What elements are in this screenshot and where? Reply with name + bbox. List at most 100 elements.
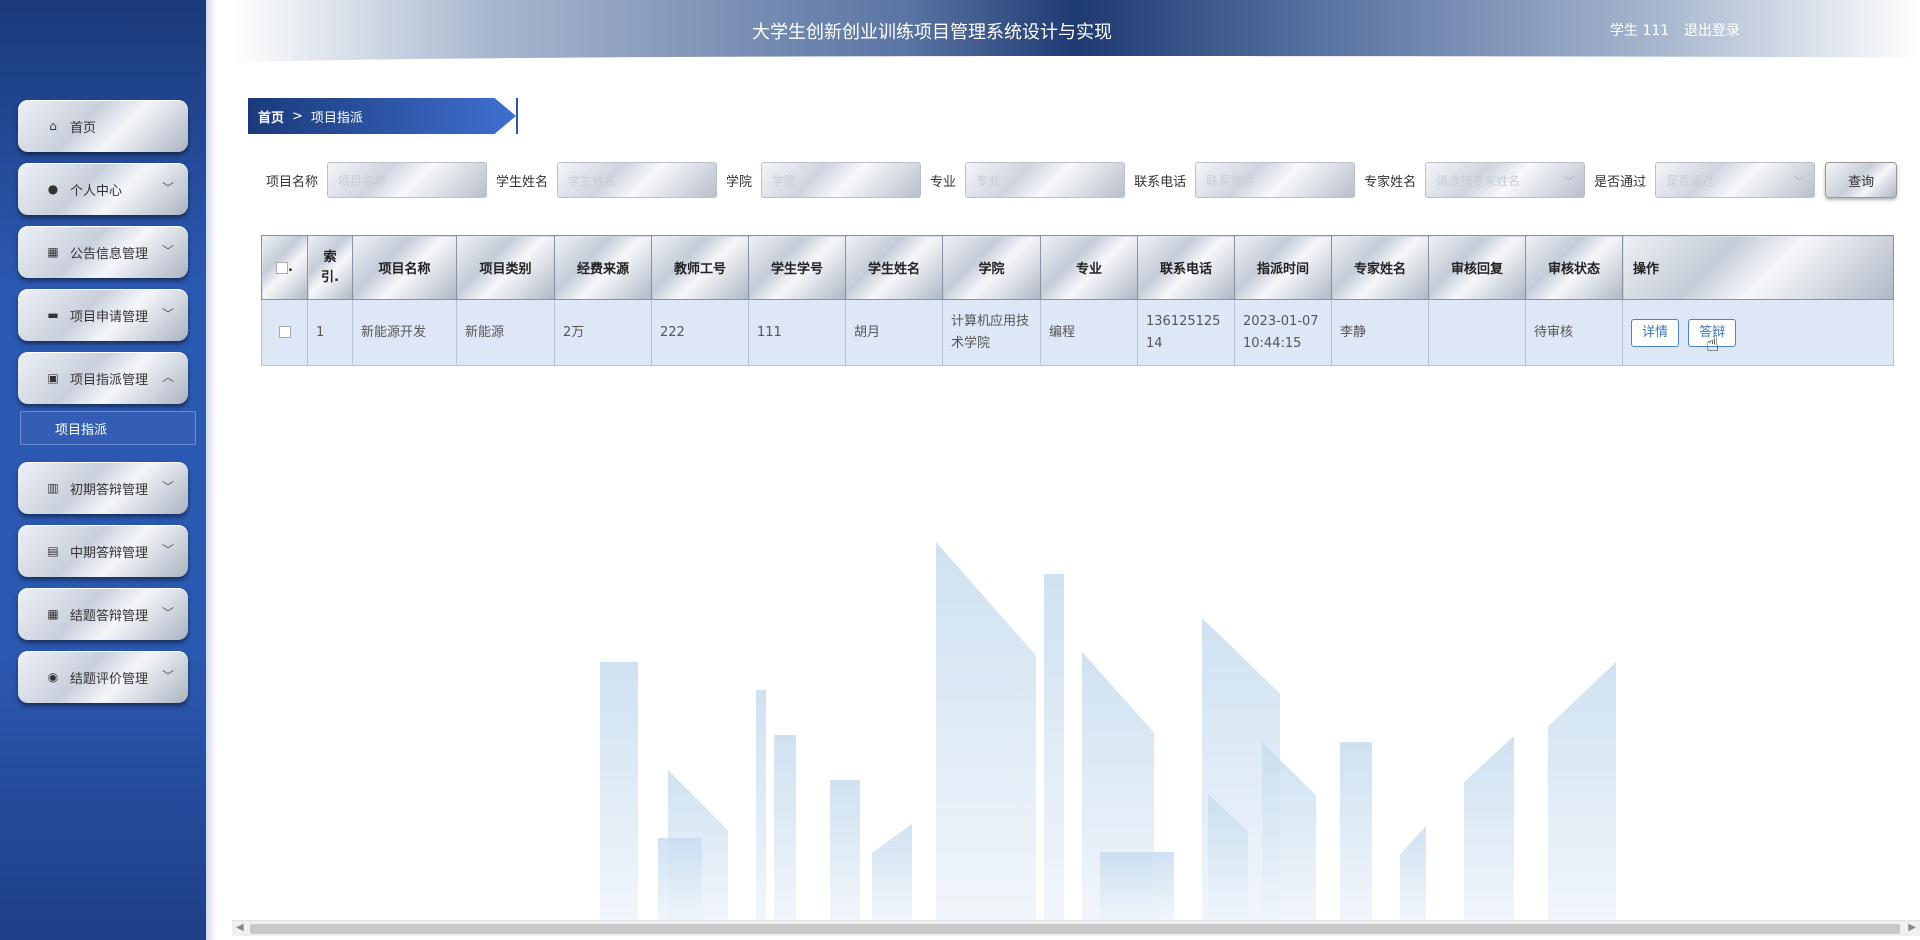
- column-header-category: 项目类别: [456, 235, 555, 300]
- sidebar-item-label: 公告信息管理: [70, 246, 149, 262]
- column-header-actions: 操作: [1622, 235, 1894, 300]
- select-all-header[interactable]: .: [261, 235, 308, 300]
- filter-label-expert-name: 专家姓名: [1364, 174, 1417, 190]
- skyline-background: [560, 540, 1660, 920]
- scroll-right-icon[interactable]: ▶: [1908, 922, 1916, 933]
- column-header-status: 审核状态: [1525, 235, 1623, 300]
- skyline-building: [1340, 742, 1372, 920]
- filter-label-project-name: 项目名称: [266, 174, 319, 190]
- sidebar-item-project-assignment[interactable]: ▣ 项目指派管理 ︿: [18, 352, 188, 404]
- column-header-teacher-id: 教师工号: [651, 235, 749, 300]
- skyline-building: [600, 662, 638, 920]
- sidebar-item-label: 中期答辩管理: [70, 545, 149, 561]
- sidebar-item-midterm-defense[interactable]: ▤ 中期答辩管理 ﹀: [18, 525, 188, 577]
- table-header-row: . 索 引. 项目名称 项目类别 经费来源 教师工号 学生学号 学生姓名 学院 …: [261, 235, 1894, 300]
- filter-label-student-name: 学生姓名: [496, 174, 549, 190]
- skyline-building: [774, 735, 796, 920]
- scroll-left-icon[interactable]: ◀: [236, 922, 244, 933]
- skyline-building: [936, 542, 1036, 920]
- major-input[interactable]: 专业: [965, 162, 1126, 198]
- cell-college: 计算机应用技术学院: [942, 299, 1041, 366]
- column-header-student-name: 学生姓名: [845, 235, 943, 300]
- current-user: 学生 111: [1610, 23, 1670, 39]
- breadcrumb-home[interactable]: 首页: [258, 107, 284, 126]
- sidebar-subitem-project-assignment[interactable]: 项目指派: [20, 411, 196, 445]
- skyline-building: [872, 824, 912, 920]
- column-header-project-name: 项目名称: [352, 235, 457, 300]
- row-select-cell[interactable]: [261, 299, 308, 366]
- skyline-building: [830, 780, 860, 920]
- column-header-major: 专业: [1040, 235, 1138, 300]
- user-icon: ●: [47, 182, 59, 196]
- chevron-down-icon: ﹀: [161, 480, 174, 494]
- skyline-building: [1100, 852, 1174, 920]
- sidebar-item-announcements[interactable]: ▦ 公告信息管理 ﹀: [18, 226, 188, 278]
- home-icon: ⌂: [49, 119, 57, 133]
- expert-name-select[interactable]: 请选择专家姓名 ﹀: [1425, 162, 1586, 198]
- search-button[interactable]: 查询: [1825, 162, 1898, 198]
- student-name-input[interactable]: 学生姓名: [557, 162, 718, 198]
- header: 大学生创新创业训练项目管理系统设计与实现 学生 111 退出登录: [232, 0, 1920, 72]
- assignment-table: . 索 引. 项目名称 项目类别 经费来源 教师工号 学生学号 学生姓名 学院 …: [261, 235, 1894, 366]
- sidebar-item-personal-center[interactable]: ● 个人中心 ﹀: [18, 163, 188, 215]
- chevron-down-icon: ﹀: [161, 543, 174, 557]
- cell-assign-time: 2023-01-07 10:44:15: [1234, 299, 1332, 366]
- chevron-up-icon: ︿: [161, 370, 174, 384]
- cell-reply: [1428, 299, 1526, 366]
- column-header-funding: 经费来源: [554, 235, 652, 300]
- filter-label-college: 学院: [726, 174, 753, 190]
- cell-status: 待审核: [1525, 299, 1623, 366]
- scrollbar-thumb[interactable]: [250, 924, 1900, 934]
- horizontal-scrollbar[interactable]: ◀ ▶: [232, 920, 1920, 936]
- sidebar: ⌂ 首页 ● 个人中心 ﹀ ▦ 公告信息管理 ﹀ ▬ 项目申请管理 ﹀ ▣ 项目…: [0, 0, 216, 940]
- sidebar-item-label: 首页: [70, 120, 97, 136]
- cell-phone: 13612512514: [1137, 299, 1235, 366]
- sidebar-item-initial-defense[interactable]: ▥ 初期答辩管理 ﹀: [18, 462, 188, 514]
- chevron-down-icon: ﹀: [161, 669, 174, 683]
- college-input[interactable]: 学院: [761, 162, 922, 198]
- cell-major: 编程: [1040, 299, 1138, 366]
- breadcrumb-separator: >: [292, 108, 303, 124]
- sidebar-item-final-defense[interactable]: ▦ 结题答辩管理 ﹀: [18, 588, 188, 640]
- cell-student-name: 胡月: [845, 299, 943, 366]
- column-header-student-id: 学生学号: [748, 235, 846, 300]
- skyline-building: [756, 690, 766, 920]
- bar-chart-icon: ▥: [47, 481, 59, 495]
- chevron-down-icon: ﹀: [161, 606, 174, 620]
- cell-student-id: 111: [748, 299, 846, 366]
- logout-link[interactable]: 退出登录: [1684, 20, 1740, 40]
- sidebar-item-label: 结题评价管理: [70, 671, 149, 687]
- row-checkbox[interactable]: [278, 326, 291, 338]
- sidebar-item-label: 项目申请管理: [70, 309, 149, 325]
- filter-label-major: 专业: [930, 174, 957, 190]
- column-header-phone: 联系电话: [1137, 235, 1235, 300]
- chevron-down-icon: ﹀: [1794, 177, 1805, 188]
- location-icon: ◉: [47, 670, 59, 684]
- table-row: 1 新能源开发 新能源 2万 222 111 胡月 计算机应用技术学院 编程 1…: [261, 299, 1894, 366]
- passed-select[interactable]: 是否通过 ﹀: [1655, 162, 1816, 198]
- skyline-building: [1044, 574, 1064, 920]
- passed-select-placeholder: 是否通过: [1666, 173, 1715, 188]
- sidebar-menu: ⌂ 首页 ● 个人中心 ﹀ ▦ 公告信息管理 ﹀ ▬ 项目申请管理 ﹀ ▣ 项目…: [18, 100, 196, 714]
- filter-label-passed: 是否通过: [1594, 174, 1647, 190]
- select-all-checkbox[interactable]: [276, 261, 289, 274]
- column-header-reply: 审核回复: [1428, 235, 1526, 300]
- sidebar-item-final-evaluation[interactable]: ◉ 结题评价管理 ﹀: [18, 651, 188, 703]
- details-button[interactable]: 详情: [1631, 318, 1680, 347]
- phone-input[interactable]: 联系电话: [1195, 162, 1356, 198]
- page-title: 大学生创新创业训练项目管理系统设计与实现: [752, 22, 1112, 43]
- project-name-input[interactable]: 项目名称: [327, 162, 488, 198]
- column-header-assign-time: 指派时间: [1234, 235, 1332, 300]
- skyline-building: [658, 838, 702, 920]
- cell-actions: 详情 答辩: [1622, 299, 1894, 366]
- column-header-expert: 专家姓名: [1331, 235, 1429, 300]
- cell-teacher-id: 222: [651, 299, 749, 366]
- book-icon: ▤: [47, 544, 59, 558]
- sidebar-item-home[interactable]: ⌂ 首页: [18, 100, 188, 152]
- sidebar-item-label: 结题答辩管理: [70, 608, 149, 624]
- sidebar-item-project-application[interactable]: ▬ 项目申请管理 ﹀: [18, 289, 188, 341]
- sidebar-item-label: 项目指派管理: [70, 372, 149, 388]
- sidebar-item-label: 个人中心: [70, 183, 123, 199]
- pointer-hand-icon: ☝: [1706, 332, 1720, 357]
- skyline-building: [1548, 662, 1616, 920]
